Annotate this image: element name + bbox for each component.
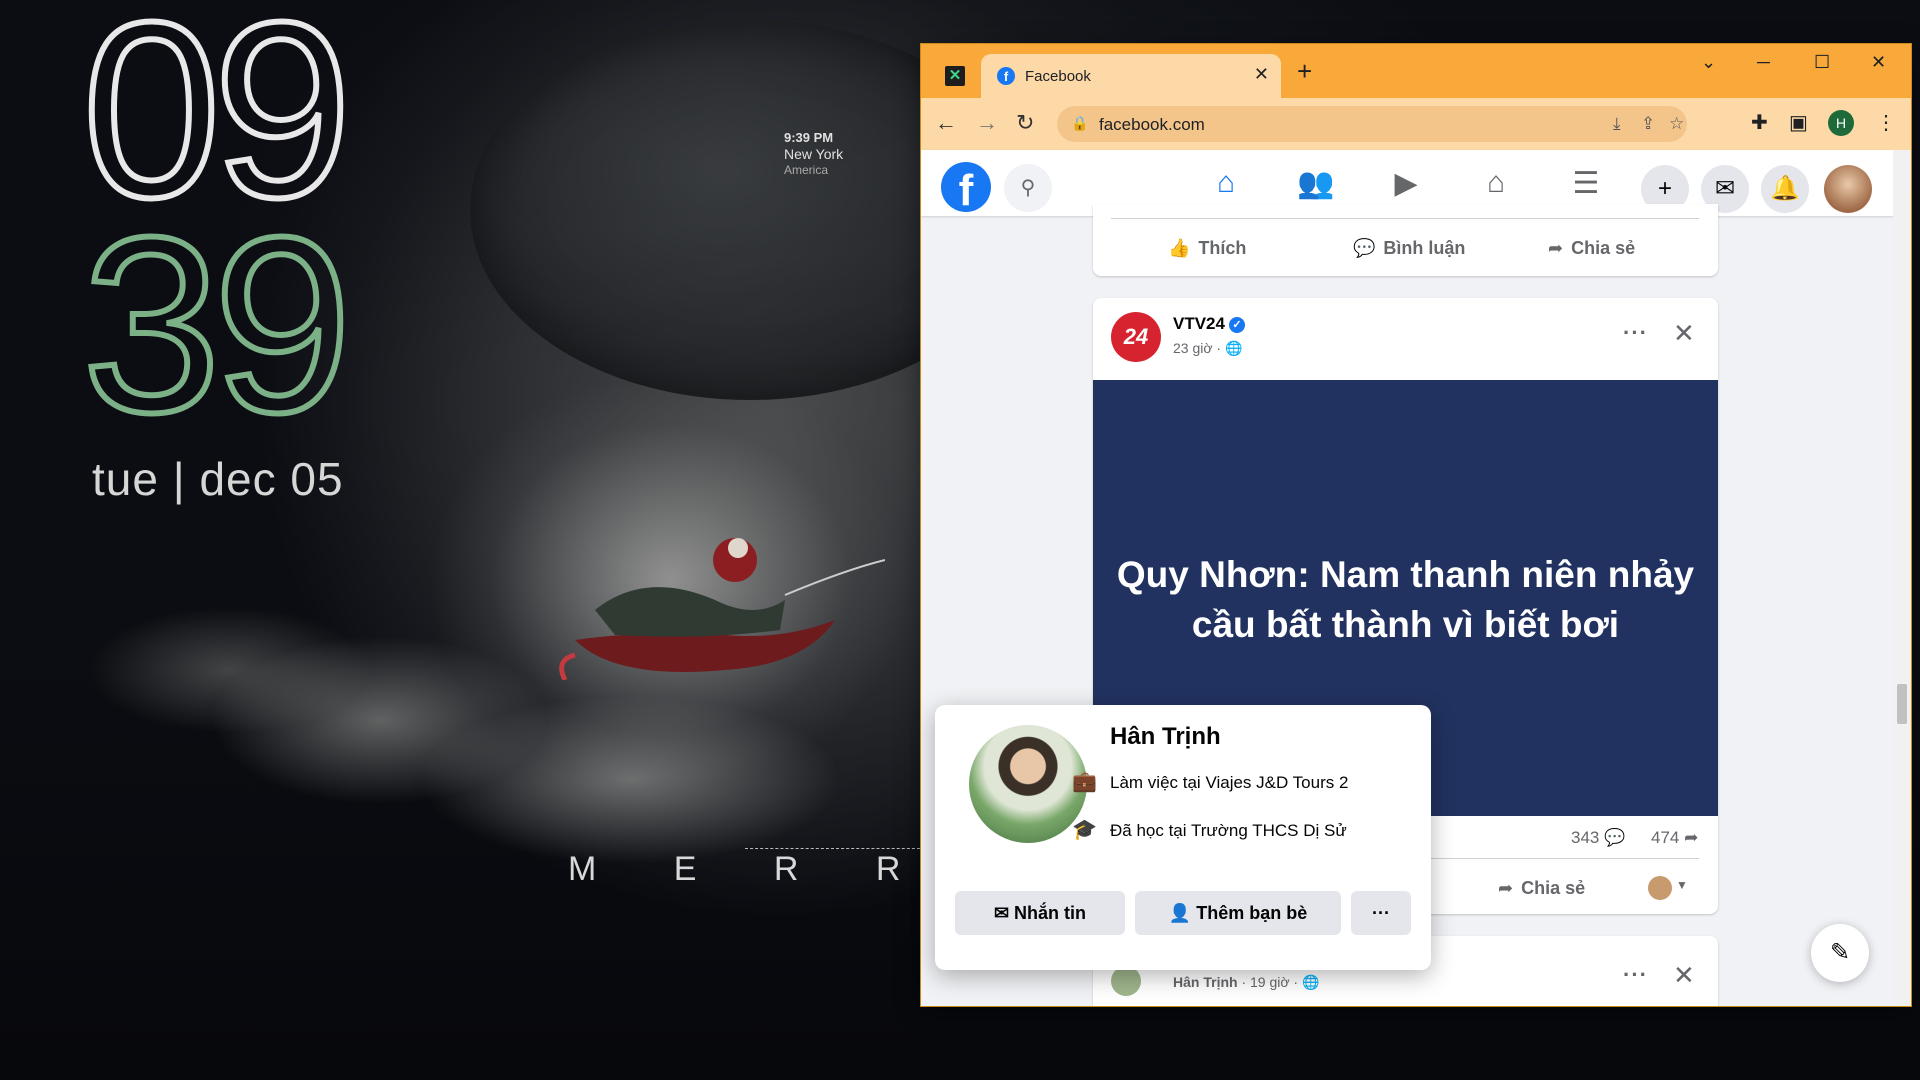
share-arrow-icon: ➦: [1548, 238, 1564, 258]
share-as-avatar[interactable]: [1648, 876, 1672, 900]
share-arrow-icon: ➦: [1684, 828, 1699, 847]
lock-icon[interactable]: 🔒: [1071, 115, 1088, 132]
world-clock-label: 9:39 PM New York America: [784, 130, 843, 178]
app-launcher-icon[interactable]: ✕: [945, 66, 965, 86]
comment-icon: 💬: [1353, 238, 1376, 258]
hover-card-avatar[interactable]: [969, 725, 1087, 843]
nav-menu-icon[interactable]: ☰: [1551, 166, 1621, 201]
work-place-link[interactable]: Viajes J&D Tours 2: [1205, 773, 1348, 792]
facebook-logo-icon[interactable]: f: [941, 162, 991, 215]
globe-icon: 🌐: [1302, 974, 1320, 990]
next-post-avatar[interactable]: [1111, 966, 1141, 996]
share-count[interactable]: 474 ➦: [1651, 828, 1698, 848]
notifications-bell-button[interactable]: 🔔: [1761, 165, 1809, 213]
facebook-favicon-icon: f: [997, 67, 1015, 85]
hover-card-education: 🎓 Đã học tại Trường THCS Dị Sử: [1072, 819, 1347, 841]
bookmark-star-icon[interactable]: ☆: [1669, 114, 1684, 134]
comment-button[interactable]: 💬 Bình luận: [1353, 238, 1465, 259]
nav-watch-icon[interactable]: ▶: [1371, 166, 1441, 201]
side-panel-icon[interactable]: ▣: [1789, 110, 1808, 135]
school-link[interactable]: Trường THCS Dị Sử: [1191, 821, 1347, 840]
add-friend-button[interactable]: 👤 Thêm bạn bè: [1135, 891, 1341, 935]
previous-post-card: 👍 Thích 💬 Bình luận ➦ Chia sẻ: [1093, 204, 1718, 276]
url-text[interactable]: facebook.com: [1099, 115, 1205, 135]
browser-toolbar: ← → ↻ 🔒 facebook.com ⤓ ⇪ ☆ ✚ ▣ H ⋮: [921, 98, 1911, 150]
close-window-button[interactable]: ✕: [1871, 52, 1886, 73]
profile-hover-card: Hân Trịnh 💼 Làm việc tại Viajes J&D Tour…: [935, 705, 1431, 970]
post-timestamp[interactable]: 23 giờ · 🌐: [1173, 340, 1242, 357]
reload-button[interactable]: ↻: [1016, 110, 1034, 136]
hover-card-name[interactable]: Hân Trịnh: [1110, 723, 1221, 751]
hide-post-button[interactable]: ✕: [1673, 318, 1695, 349]
like-icon: 👍: [1168, 238, 1191, 258]
facebook-search-button[interactable]: ⚲: [1004, 164, 1052, 212]
like-button[interactable]: 👍 Thích: [1168, 238, 1246, 259]
forward-button[interactable]: →: [976, 110, 998, 136]
graduation-cap-icon: 🎓: [1072, 819, 1097, 841]
add-friend-icon: 👤: [1168, 903, 1192, 923]
share-icon[interactable]: ⇪: [1641, 114, 1655, 134]
nav-friends-icon[interactable]: 👥: [1281, 166, 1351, 201]
briefcase-icon: 💼: [1072, 771, 1097, 793]
clock-minute: 39: [79, 185, 355, 464]
tab-search-chevron-icon[interactable]: ⌄: [1701, 52, 1716, 73]
vtv24-avatar[interactable]: 24: [1111, 312, 1161, 362]
next-post-options-button[interactable]: ···: [1623, 962, 1648, 988]
address-bar[interactable]: 🔒 facebook.com ⤓ ⇪ ☆: [1057, 106, 1687, 142]
new-message-compose-button[interactable]: ✎: [1811, 924, 1869, 982]
install-app-icon[interactable]: ⤓: [1613, 114, 1621, 134]
share-button[interactable]: ➦ Chia sẻ: [1548, 238, 1635, 259]
hover-card-work: 💼 Làm việc tại Viajes J&D Tours 2: [1072, 771, 1349, 793]
minimize-button[interactable]: ─: [1757, 52, 1770, 73]
message-button[interactable]: ✉ Nhắn tin: [955, 891, 1125, 935]
share-arrow-icon: ➦: [1498, 878, 1514, 898]
hover-card-more-button[interactable]: ···: [1351, 891, 1411, 935]
globe-icon: 🌐: [1224, 340, 1243, 356]
divider: [1111, 218, 1699, 219]
browser-menu-icon[interactable]: ⋮: [1876, 110, 1896, 135]
maximize-button[interactable]: ☐: [1814, 52, 1830, 73]
nav-marketplace-icon[interactable]: ⌂: [1461, 166, 1531, 200]
title-bar: ✕ f Facebook ✕ + ⌄ ─ ☐ ✕: [921, 44, 1911, 98]
back-button[interactable]: ←: [935, 110, 957, 136]
browser-profile-avatar[interactable]: H: [1828, 110, 1854, 136]
tab-title: Facebook: [1025, 68, 1091, 85]
new-tab-button[interactable]: +: [1297, 56, 1312, 87]
banner-divider: [745, 848, 925, 849]
post-page-name[interactable]: VTV24 ✓: [1173, 314, 1245, 334]
santa-sleigh-image: [559, 538, 885, 680]
world-clock-city: New York: [784, 146, 844, 162]
post-options-button[interactable]: ···: [1623, 320, 1648, 346]
post-headline: Quy Nhơn: Nam thanh niên nhảy cầu bất th…: [1116, 554, 1695, 645]
next-post-meta: Hân Trịnh · 19 giờ · 🌐: [1173, 974, 1320, 990]
tab-facebook[interactable]: f Facebook ✕: [981, 54, 1281, 98]
world-clock-region: America: [784, 163, 829, 177]
world-clock-time: 9:39 PM: [784, 130, 834, 145]
next-post-author[interactable]: Hân Trịnh: [1173, 974, 1238, 990]
page-scrollbar[interactable]: [1893, 150, 1911, 1006]
scrollbar-thumb[interactable]: [1897, 684, 1907, 724]
comment-count[interactable]: 343 💬: [1571, 828, 1625, 848]
clock-date: tue | dec 05: [92, 453, 344, 505]
like-label: Thích: [1198, 238, 1247, 258]
post-share-label: Chia sẻ: [1521, 878, 1586, 898]
post-share-button[interactable]: ➦ Chia sẻ: [1498, 878, 1585, 899]
comment-icon: 💬: [1604, 828, 1626, 847]
messenger-icon: ✉: [993, 903, 1010, 923]
share-label: Chia sẻ: [1571, 238, 1636, 258]
nav-home-icon[interactable]: ⌂: [1191, 166, 1261, 200]
extensions-puzzle-icon[interactable]: ✚: [1751, 110, 1768, 135]
verified-badge-icon: ✓: [1228, 317, 1245, 333]
comment-label: Bình luận: [1383, 238, 1466, 258]
facebook-account-avatar[interactable]: [1824, 165, 1872, 213]
tab-close-icon[interactable]: ✕: [1254, 64, 1269, 85]
share-as-chevron-icon[interactable]: ▼: [1676, 878, 1688, 892]
next-post-hide-button[interactable]: ✕: [1673, 960, 1695, 991]
